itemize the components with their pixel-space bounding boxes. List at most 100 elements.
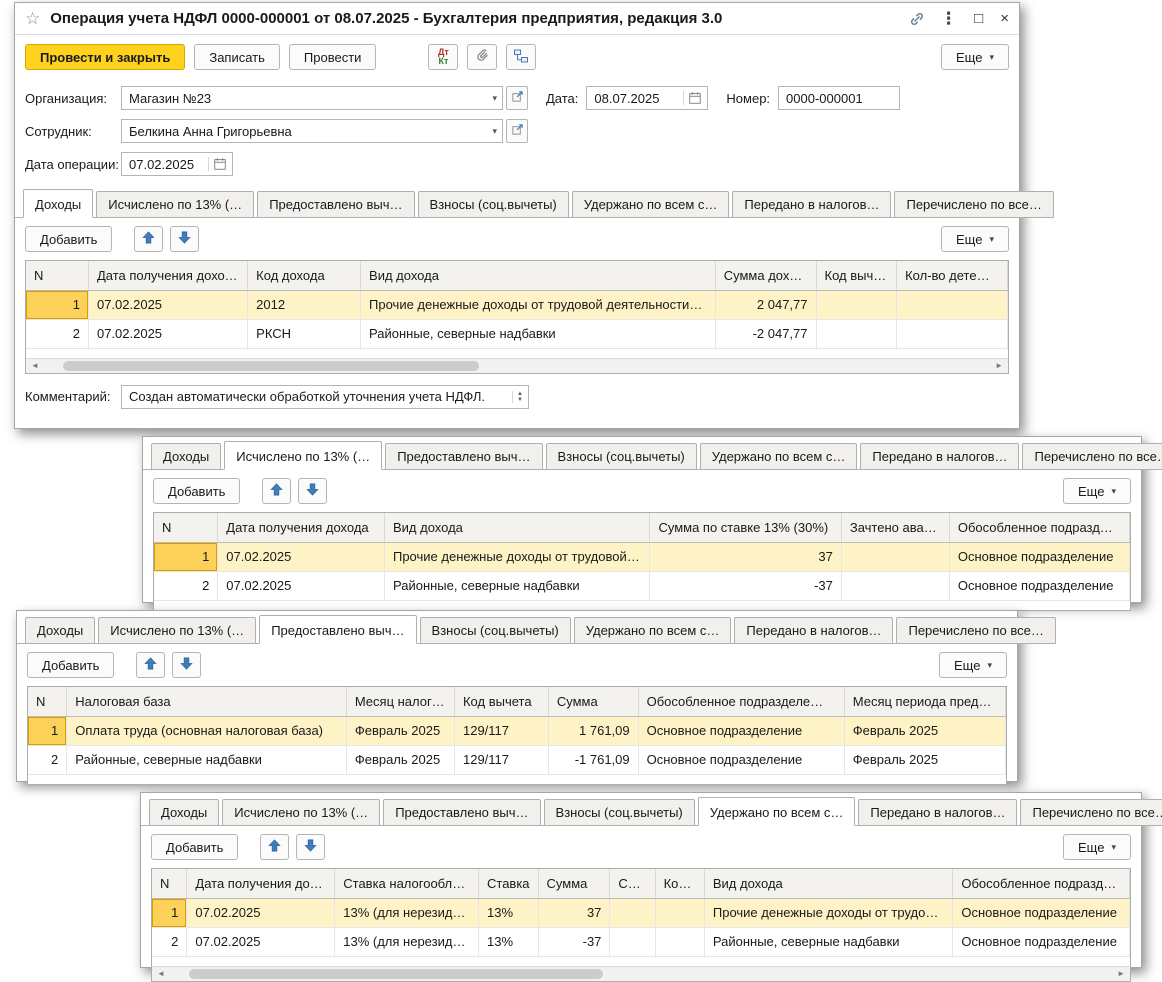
table-cell[interactable]: 07.02.2025 <box>218 571 385 600</box>
add-row-button[interactable]: Добавить <box>27 652 114 678</box>
table-cell[interactable]: -37 <box>650 571 841 600</box>
column-header[interactable]: Обособленное подразделе… <box>638 687 844 716</box>
table-cell[interactable]: -37 <box>538 927 610 956</box>
table-cell[interactable]: 2 <box>28 745 67 774</box>
employee-open-button[interactable] <box>506 119 528 143</box>
column-header[interactable]: С… <box>610 869 655 898</box>
column-header[interactable]: Дата получения дохода <box>88 261 247 290</box>
tab-6[interactable]: Передано в налогов… <box>734 617 893 644</box>
table-row[interactable]: 207.02.2025РКСНРайонные, северные надбав… <box>26 319 1008 348</box>
table-more-button[interactable]: Еще ▾ <box>1063 834 1131 860</box>
column-header[interactable]: Сумма <box>538 869 610 898</box>
column-header[interactable]: Сумма по ставке 13% (30%) <box>650 513 841 542</box>
table-cell[interactable]: 07.02.2025 <box>218 542 385 571</box>
column-header[interactable]: Обособленное подразд… <box>949 513 1129 542</box>
operation-date-field[interactable]: 07.02.2025 <box>121 152 233 176</box>
column-header[interactable]: Код выч… <box>816 261 897 290</box>
table-cell[interactable]: Районные, северные надбавки <box>704 927 952 956</box>
tab-3[interactable]: Предоставлено выч… <box>385 443 542 470</box>
tab-7[interactable]: Перечислено по все… <box>896 617 1055 644</box>
column-header[interactable]: Зачтено авансов <box>841 513 949 542</box>
column-header[interactable]: Дата получения дохода <box>187 869 335 898</box>
table-cell[interactable]: Районные, северные надбавки <box>361 319 716 348</box>
table-cell[interactable]: РКСН <box>248 319 361 348</box>
tab-5[interactable]: Удержано по всем с… <box>698 797 856 826</box>
table-cell[interactable]: Основное подразделение <box>953 927 1130 956</box>
tab-5[interactable]: Удержано по всем с… <box>700 443 858 470</box>
column-header[interactable]: Ставка налогообло… <box>335 869 479 898</box>
table-cell[interactable]: Февраль 2025 <box>844 745 1005 774</box>
maximize-icon[interactable]: □ <box>974 10 983 27</box>
table-row[interactable]: 207.02.202513% (для нерезиде…13%-37Район… <box>152 927 1130 956</box>
tab-7[interactable]: Перечислено по все… <box>894 191 1053 218</box>
scroll-left-icon[interactable]: ◄ <box>26 361 44 370</box>
dropdown-icon[interactable]: ▾ <box>492 93 497 104</box>
spin-down-icon[interactable]: ▼ <box>517 397 523 403</box>
table-cell[interactable]: 13% <box>479 927 539 956</box>
column-header[interactable]: Месяц периода предост. <box>844 687 1005 716</box>
tab-2[interactable]: Исчислено по 13% (… <box>96 191 254 218</box>
scroll-right-icon[interactable]: ► <box>990 361 1008 370</box>
table-cell[interactable]: 07.02.2025 <box>187 927 335 956</box>
horizontal-scrollbar[interactable]: ◄ ► <box>26 358 1008 373</box>
table-cell[interactable]: 129/117 <box>454 745 548 774</box>
employee-field[interactable]: Белкина Анна Григорьевна ▾ <box>121 119 503 143</box>
tab-3[interactable]: Предоставлено выч… <box>257 191 414 218</box>
post-button[interactable]: Провести <box>289 44 377 70</box>
table-cell[interactable]: -1 761,09 <box>548 745 638 774</box>
tab-6[interactable]: Передано в налогов… <box>858 799 1017 826</box>
related-documents-button[interactable] <box>506 44 536 70</box>
table-cell[interactable]: 1 <box>152 898 187 927</box>
table-cell[interactable]: 2 <box>154 571 218 600</box>
tab-1[interactable]: Доходы <box>151 443 221 470</box>
tab-4[interactable]: Взносы (соц.вычеты) <box>420 617 571 644</box>
add-row-button[interactable]: Добавить <box>153 478 240 504</box>
column-header[interactable]: Обособленное подраздел… <box>953 869 1130 898</box>
column-header[interactable]: N <box>154 513 218 542</box>
table-cell[interactable] <box>897 319 1008 348</box>
table-cell[interactable]: Основное подразделение <box>949 571 1129 600</box>
table-cell[interactable] <box>816 319 897 348</box>
tab-3[interactable]: Предоставлено выч… <box>259 615 416 644</box>
column-header[interactable]: Налоговая база <box>67 687 347 716</box>
add-row-button[interactable]: Добавить <box>25 226 112 252</box>
table-row[interactable]: 107.02.2025Прочие денежные доходы от тру… <box>154 542 1130 571</box>
table-cell[interactable]: Прочие денежные доходы от трудовой… <box>384 542 649 571</box>
column-header[interactable]: Дата получения дохода <box>218 513 385 542</box>
tab-3[interactable]: Предоставлено выч… <box>383 799 540 826</box>
table-cell[interactable]: Основное подразделение <box>638 716 844 745</box>
organization-field[interactable]: Магазин №23 ▾ <box>121 86 503 110</box>
date-field[interactable]: 08.07.2025 <box>586 86 708 110</box>
table-cell[interactable]: Февраль 2025 <box>844 716 1005 745</box>
table-cell[interactable]: 2 047,77 <box>715 290 816 319</box>
tab-1[interactable]: Доходы <box>23 189 93 218</box>
table-cell[interactable] <box>655 898 704 927</box>
column-header[interactable]: Ставка <box>479 869 539 898</box>
table-cell[interactable]: Прочие денежные доходы от трудо… <box>704 898 952 927</box>
move-up-button[interactable] <box>260 834 289 860</box>
write-button[interactable]: Записать <box>194 44 280 70</box>
tab-2[interactable]: Исчислено по 13% (… <box>224 441 382 470</box>
move-down-button[interactable] <box>296 834 325 860</box>
table-cell[interactable]: 1 <box>28 716 67 745</box>
table-cell[interactable]: 37 <box>538 898 610 927</box>
move-down-button[interactable] <box>298 478 327 504</box>
table-cell[interactable] <box>610 927 655 956</box>
tab-7[interactable]: Перечислено по все… <box>1020 799 1162 826</box>
table-cell[interactable]: 2 <box>152 927 187 956</box>
column-header[interactable]: Вид дохода <box>361 261 716 290</box>
table-cell[interactable]: Оплата труда (основная налоговая база) <box>67 716 347 745</box>
move-up-button[interactable] <box>262 478 291 504</box>
tab-5[interactable]: Удержано по всем с… <box>574 617 732 644</box>
tab-4[interactable]: Взносы (соц.вычеты) <box>418 191 569 218</box>
tab-6[interactable]: Передано в налогов… <box>732 191 891 218</box>
move-up-button[interactable] <box>134 226 163 252</box>
move-down-button[interactable] <box>170 226 199 252</box>
table-cell[interactable]: -2 047,77 <box>715 319 816 348</box>
calendar-icon[interactable] <box>208 157 227 171</box>
column-header[interactable]: Ко… <box>655 869 704 898</box>
scrollbar-track[interactable] <box>44 359 990 373</box>
table-cell[interactable]: 37 <box>650 542 841 571</box>
table-cell[interactable]: Основное подразделение <box>949 542 1129 571</box>
table-cell[interactable]: Февраль 2025 <box>346 745 454 774</box>
